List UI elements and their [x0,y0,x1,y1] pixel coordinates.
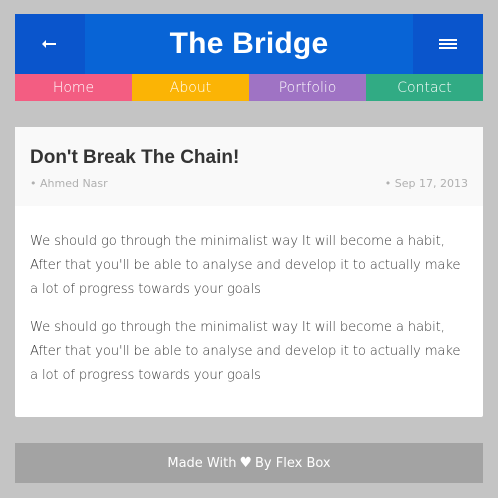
heart-icon: ♥ [239,455,253,471]
post-paragraph: We should go through the minimalist way … [30,234,461,297]
footer-prefix: Made With [167,455,237,471]
post-card: Don't Break The Chain! • Ahmed Nasr • Se… [15,127,483,417]
app-header: The Bridge [15,14,483,74]
post-header: Don't Break The Chain! • Ahmed Nasr • Se… [15,127,483,206]
post-title: Don't Break The Chain! [30,147,240,168]
back-arrow-icon [44,43,56,45]
page: The Bridge Home About Portfolio Contact … [0,0,498,498]
site-footer: Made With ♥ By Flex Box [15,443,483,483]
post-paragraph: We should go through the minimalist way … [30,320,461,383]
nav-item-portfolio[interactable]: Portfolio [249,74,366,101]
main-nav: Home About Portfolio Contact [15,74,483,101]
back-button[interactable] [15,14,85,74]
nav-item-about[interactable]: About [132,74,249,101]
post-date: • Sep 17, 2013 [384,177,468,190]
post-author: • Ahmed Nasr [30,177,108,190]
nav-item-home[interactable]: Home [15,74,132,101]
footer-suffix: By Flex Box [255,455,331,471]
nav-item-contact[interactable]: Contact [366,74,483,101]
site-title: The Bridge [85,14,413,74]
menu-button[interactable] [413,14,483,74]
post-body: We should go through the minimalist way … [15,206,483,388]
hamburger-menu-icon [439,39,457,49]
